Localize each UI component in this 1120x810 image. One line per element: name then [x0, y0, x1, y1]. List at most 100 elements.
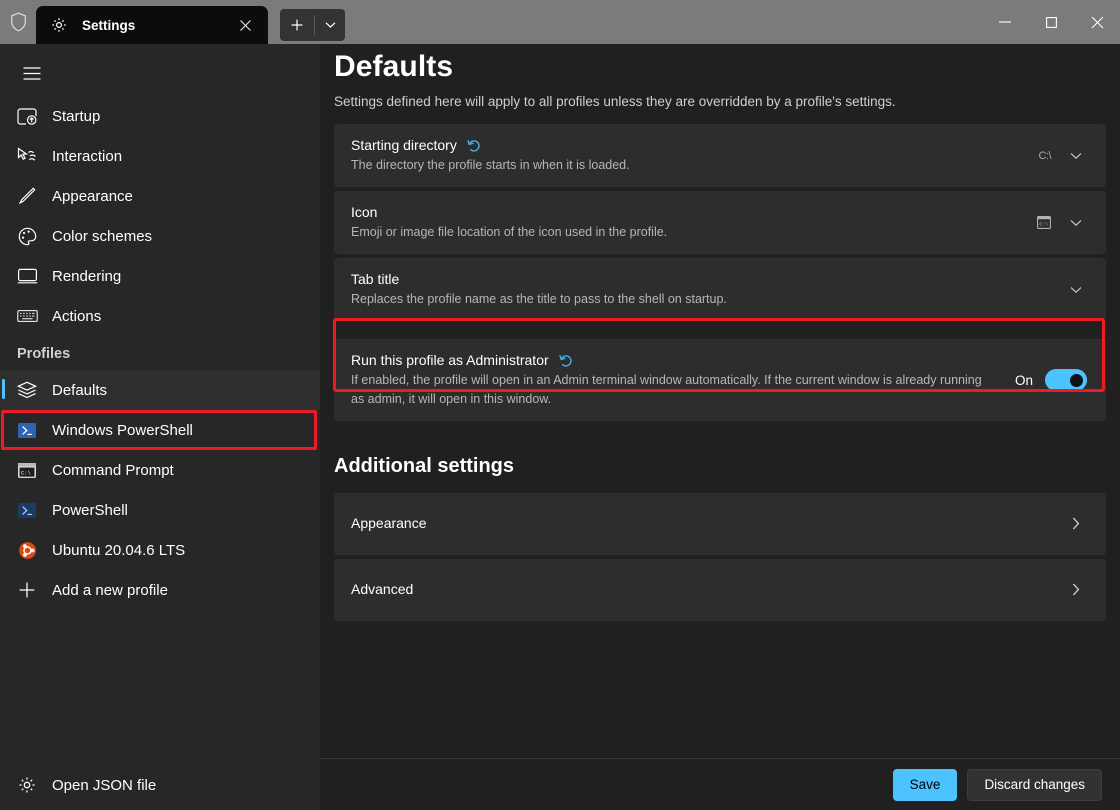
- plus-icon: [290, 18, 304, 32]
- sidebar-item-label: Startup: [52, 108, 100, 125]
- card-title-row: Tab title: [351, 271, 1049, 287]
- sidebar-item-interaction[interactable]: Interaction: [0, 136, 320, 176]
- sidebar-item-label: Actions: [52, 308, 101, 325]
- main-content: Defaults Settings defined here will appl…: [320, 44, 1120, 810]
- card-right: C:\: [1038, 150, 1087, 162]
- chevron-down-icon[interactable]: [1065, 152, 1087, 160]
- setting-card-run-as-administrator[interactable]: Run this profile as Administrator If ena…: [334, 339, 1106, 420]
- terminal-settings-window: Settings: [0, 0, 1120, 810]
- sidebar-item-windows-powershell[interactable]: Windows PowerShell: [0, 410, 320, 450]
- card-body: Icon Emoji or image file location of the…: [351, 192, 1021, 253]
- card-right: On: [1015, 369, 1087, 391]
- sidebar-item-command-prompt[interactable]: C:\ Command Prompt: [0, 450, 320, 490]
- card-right: [1065, 517, 1087, 530]
- card-title-row: Starting directory: [351, 137, 1022, 153]
- maximize-icon: [1046, 17, 1057, 28]
- sidebar-item-label: Ubuntu 20.04.6 LTS: [52, 542, 185, 559]
- card-title: Appearance: [351, 515, 427, 531]
- new-tab-button[interactable]: [280, 9, 314, 41]
- footer-bar: Save Discard changes: [320, 759, 1120, 810]
- card-title: Advanced: [351, 581, 413, 597]
- sidebar-item-label: Windows PowerShell: [52, 422, 193, 439]
- sidebar-item-label: Rendering: [52, 268, 121, 285]
- sidebar-item-label: Add a new profile: [52, 582, 168, 599]
- sidebar-item-ubuntu[interactable]: Ubuntu 20.04.6 LTS: [0, 530, 320, 570]
- maximize-button[interactable]: [1028, 0, 1074, 44]
- tab-settings[interactable]: Settings: [36, 6, 268, 44]
- card-title: Icon: [351, 204, 377, 220]
- gear-icon: [50, 16, 68, 34]
- sidebar-item-label: PowerShell: [52, 502, 128, 519]
- sidebar-item-label: Appearance: [52, 188, 133, 205]
- ubuntu-icon: [12, 538, 42, 562]
- chevron-down-icon: [325, 21, 336, 29]
- setting-card-icon[interactable]: Icon Emoji or image file location of the…: [334, 191, 1106, 254]
- sidebar-nav-list: Startup Interaction Appearance: [0, 96, 320, 610]
- new-tab-group: [280, 9, 345, 41]
- card-title-row: Icon: [351, 204, 1021, 220]
- sidebar-item-add-new-profile[interactable]: Add a new profile: [0, 570, 320, 610]
- keyboard-icon: [12, 304, 42, 328]
- card-description: If enabled, the profile will open in an …: [351, 371, 991, 407]
- gear-icon: [12, 776, 42, 794]
- additional-setting-advanced[interactable]: Advanced: [334, 559, 1106, 621]
- sidebar-item-appearance[interactable]: Appearance: [0, 176, 320, 216]
- settings-card-list: Starting directory The directory the pro…: [334, 124, 1106, 421]
- card-title: Run this profile as Administrator: [351, 352, 549, 368]
- sidebar-item-rendering[interactable]: Rendering: [0, 256, 320, 296]
- page-subtitle: Settings defined here will apply to all …: [334, 94, 1120, 109]
- tab-close-icon[interactable]: [232, 12, 258, 38]
- open-json-file-button[interactable]: Open JSON file: [0, 760, 320, 810]
- setting-card-tab-title[interactable]: Tab title Replaces the profile name as t…: [334, 258, 1106, 321]
- run-as-administrator-toggle[interactable]: [1045, 369, 1087, 391]
- sidebar-item-label: Interaction: [52, 148, 122, 165]
- starting-directory-value: C:\: [1038, 150, 1051, 162]
- plus-icon: [12, 578, 42, 602]
- card-title-row: Run this profile as Administrator: [351, 352, 999, 368]
- card-body: Starting directory The directory the pro…: [351, 125, 1022, 186]
- additional-setting-appearance[interactable]: Appearance: [334, 493, 1106, 555]
- minimize-button[interactable]: [982, 0, 1028, 44]
- additional-settings-heading: Additional settings: [334, 455, 1120, 478]
- terminal-icon: C:\: [1037, 216, 1051, 229]
- palette-icon: [12, 224, 42, 248]
- sidebar-section-profiles: Profiles: [0, 336, 320, 370]
- chevron-right-icon[interactable]: [1065, 517, 1087, 530]
- card-title: Starting directory: [351, 137, 457, 153]
- chevron-down-icon[interactable]: [1065, 219, 1087, 227]
- sidebar-item-color-schemes[interactable]: Color schemes: [0, 216, 320, 256]
- additional-settings-list: Appearance Advanced: [334, 493, 1106, 621]
- shield-icon: [10, 12, 27, 32]
- svg-text:C:\: C:\: [1039, 222, 1048, 228]
- window-close-button[interactable]: [1074, 0, 1120, 44]
- card-right: C:\: [1037, 216, 1087, 229]
- sidebar-item-actions[interactable]: Actions: [0, 296, 320, 336]
- cursor-icon: [12, 144, 42, 168]
- save-button[interactable]: Save: [893, 769, 958, 801]
- discard-changes-button[interactable]: Discard changes: [967, 769, 1102, 801]
- window-controls: [982, 0, 1120, 44]
- powershell-core-icon: [12, 498, 42, 522]
- sidebar: Startup Interaction Appearance: [0, 44, 320, 810]
- reset-arrow-icon[interactable]: [559, 354, 573, 367]
- sidebar-item-powershell[interactable]: PowerShell: [0, 490, 320, 530]
- sidebar-item-label: Command Prompt: [52, 462, 174, 479]
- cmd-icon: C:\: [12, 458, 42, 482]
- card-body: Run this profile as Administrator If ena…: [351, 340, 999, 419]
- monitor-icon: [12, 264, 42, 288]
- hamburger-icon: [23, 67, 41, 80]
- reset-arrow-icon[interactable]: [467, 139, 481, 152]
- hamburger-menu-button[interactable]: [12, 54, 52, 92]
- sidebar-item-defaults[interactable]: Defaults: [0, 370, 320, 410]
- card-description: Emoji or image file location of the icon…: [351, 223, 991, 241]
- tab-title-label: Settings: [82, 18, 232, 33]
- admin-shield-indicator: [0, 0, 36, 44]
- sidebar-item-label: Color schemes: [52, 228, 152, 245]
- sidebar-item-startup[interactable]: Startup: [0, 96, 320, 136]
- close-icon: [1091, 16, 1104, 29]
- chevron-down-icon[interactable]: [1065, 286, 1087, 294]
- chevron-right-icon[interactable]: [1065, 583, 1087, 596]
- toggle-state-label: On: [1015, 373, 1033, 388]
- new-tab-dropdown-button[interactable]: [315, 9, 345, 41]
- setting-card-starting-directory[interactable]: Starting directory The directory the pro…: [334, 124, 1106, 187]
